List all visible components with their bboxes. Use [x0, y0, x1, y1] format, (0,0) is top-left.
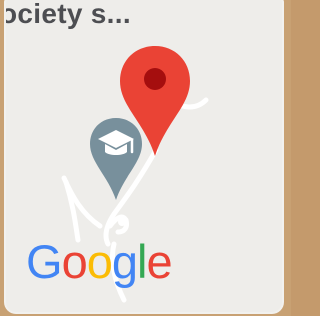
- road-junction: [118, 218, 126, 226]
- place-name-label: ociety s...: [6, 0, 131, 29]
- google-logo-letter: o: [61, 235, 88, 288]
- map-thumbnail-frame: ociety s... Google: [0, 0, 291, 316]
- google-logo-letter: e: [146, 235, 172, 288]
- google-logo-letter: g: [111, 235, 138, 288]
- google-logo-letter: o: [86, 235, 113, 288]
- google-logo: Google: [26, 235, 173, 288]
- red-map-pin-icon[interactable]: [118, 44, 192, 158]
- google-logo-letter: l: [136, 235, 148, 288]
- google-logo-letter: G: [26, 235, 63, 288]
- map-view[interactable]: ociety s... Google: [6, 0, 282, 312]
